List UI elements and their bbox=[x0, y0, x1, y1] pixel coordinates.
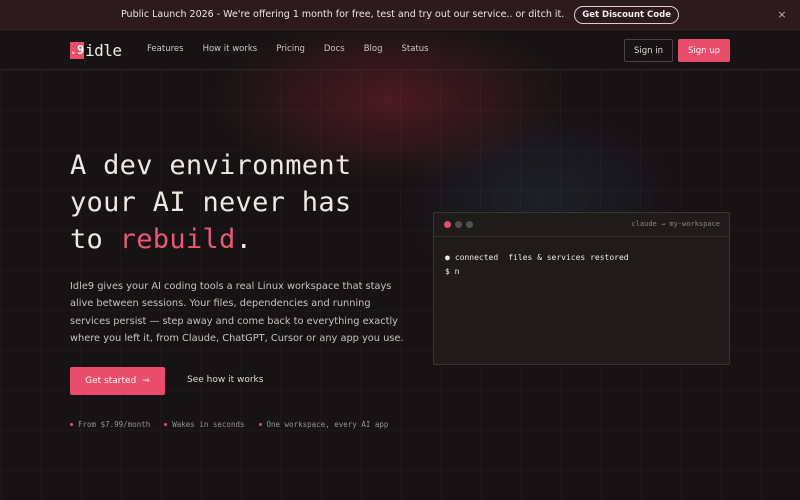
close-icon[interactable]: × bbox=[776, 8, 788, 21]
feature-item: One workspace, every AI app bbox=[258, 420, 389, 429]
feature-wake: Wakes in seconds bbox=[172, 420, 245, 429]
window-maximize-dot-icon bbox=[466, 221, 473, 228]
top-navigation: .9 idle Features How it works Pricing Do… bbox=[0, 30, 800, 70]
hero-title-line-3-suffix: . bbox=[235, 224, 253, 255]
terminal-window: claude → my-workspace ● connected files … bbox=[433, 212, 730, 365]
hero-title-accent-word: rebuild bbox=[119, 224, 236, 255]
nav-link-docs[interactable]: Docs bbox=[324, 44, 345, 54]
hero-title-line-3-prefix: to bbox=[70, 224, 120, 255]
nav-link-features[interactable]: Features bbox=[147, 44, 184, 54]
arrow-right-icon: → bbox=[142, 376, 150, 386]
terminal-status: connected bbox=[454, 253, 499, 262]
bullet-dot-icon bbox=[164, 423, 168, 426]
get-started-label: Get started bbox=[85, 376, 137, 386]
hero-description: Idle9 gives your AI coding tools a real … bbox=[70, 281, 404, 345]
nav-link-pricing[interactable]: Pricing bbox=[276, 44, 305, 54]
bullet-dot-icon bbox=[70, 423, 73, 426]
see-how-it-works-link[interactable]: See how it works bbox=[187, 375, 263, 385]
feature-item: From $7.99/month bbox=[70, 420, 150, 429]
logo-text: idle bbox=[85, 40, 122, 60]
announcement-text: Public Launch 2026 - We're offering 1 mo… bbox=[120, 9, 565, 20]
bullet-dot-icon bbox=[258, 423, 262, 426]
feature-workspace: One workspace, every AI app bbox=[266, 420, 389, 429]
announcement-bar: Public Launch 2026 - We're offering 1 mo… bbox=[0, 0, 800, 30]
terminal-title: claude → my-workspace bbox=[631, 220, 720, 228]
logo[interactable]: .9 idle bbox=[70, 40, 122, 60]
logo-mark: .9 bbox=[69, 41, 85, 59]
hero-title-line-2: your AI never has bbox=[70, 187, 352, 218]
terminal-body: ● connected files & services restored $ … bbox=[434, 237, 729, 293]
sign-in-button[interactable]: Sign in bbox=[624, 39, 673, 62]
nav-link-how-it-works[interactable]: How it works bbox=[203, 44, 258, 54]
terminal-titlebar: claude → my-workspace bbox=[434, 213, 729, 237]
hero-title-line-1: A dev environment bbox=[70, 150, 352, 181]
nav-link-blog[interactable]: Blog bbox=[364, 44, 383, 54]
status-dot-icon: ● bbox=[445, 253, 450, 262]
hero-title: A dev environment your AI never has to r… bbox=[70, 147, 400, 258]
window-minimize-dot-icon bbox=[455, 221, 462, 228]
terminal-prompt: $ n bbox=[445, 267, 460, 276]
get-started-button[interactable]: Get started → bbox=[70, 367, 165, 395]
feature-item: Wakes in seconds bbox=[164, 420, 245, 429]
feature-price: From $7.99/month bbox=[78, 420, 151, 429]
terminal-prompt-line: $ n bbox=[445, 265, 718, 279]
nav-link-status[interactable]: Status bbox=[402, 44, 429, 54]
feature-list: From $7.99/month Wakes in seconds One wo… bbox=[70, 420, 402, 429]
window-close-dot-icon bbox=[444, 221, 451, 228]
get-discount-code-button[interactable]: Get Discount Code bbox=[574, 5, 679, 24]
terminal-line: ● connected files & services restored bbox=[445, 251, 718, 265]
sign-up-button[interactable]: Sign up bbox=[678, 39, 730, 62]
terminal-status-detail: files & services restored bbox=[508, 253, 629, 262]
nav-links: Features How it works Pricing Docs Blog … bbox=[147, 44, 448, 54]
